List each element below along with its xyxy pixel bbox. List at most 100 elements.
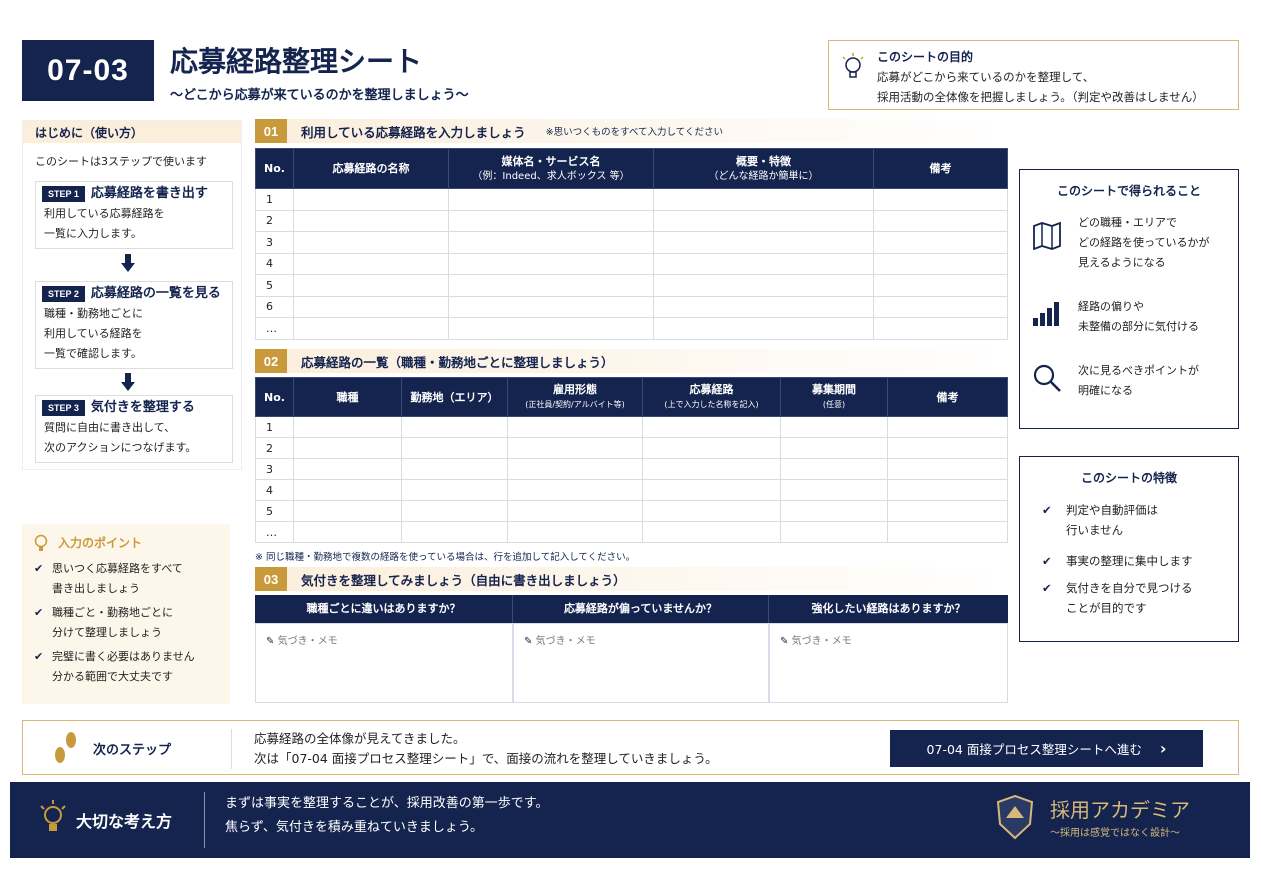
footer-label: 大切な考え方	[76, 812, 173, 831]
input-cell[interactable]	[780, 521, 888, 543]
column-header: 媒体名・サービス名 （例：Indeed、求人ボックス 等）	[448, 148, 654, 189]
input-cell[interactable]	[401, 479, 508, 501]
next-sheet-button[interactable]: 07-04 面接プロセス整理シートへ進む ›	[890, 730, 1203, 767]
step-tag: STEP 1	[42, 186, 85, 202]
input-cell[interactable]	[887, 500, 1008, 522]
row-number: 2	[255, 209, 294, 232]
input-cell[interactable]	[887, 521, 1008, 543]
section-header: 01 利用している応募経路を入力しましょう ※思いつくものをすべて入力してくださ…	[255, 119, 1008, 143]
input-cell[interactable]	[507, 479, 643, 501]
row-number: …	[255, 317, 294, 340]
input-cell[interactable]	[401, 458, 508, 480]
input-cell[interactable]	[448, 209, 654, 232]
input-cell[interactable]	[401, 500, 508, 522]
input-cell[interactable]	[642, 437, 781, 459]
input-cell[interactable]	[887, 458, 1008, 480]
next-step-bar: 次のステップ 応募経路の全体像が見えてきました。 次は「07-04 面接プロセス整…	[22, 720, 1239, 775]
input-cell[interactable]	[873, 295, 1008, 318]
point-item: 完璧に書く必要はありません分かる範囲で大丈夫です	[34, 647, 218, 687]
input-cell[interactable]	[293, 500, 402, 522]
input-cell[interactable]	[507, 458, 643, 480]
input-cell[interactable]	[887, 416, 1008, 438]
purpose-box: このシートの目的 応募がどこから来ているのかを整理して、 採用活動の全体像を把握…	[828, 40, 1239, 110]
input-cell[interactable]	[293, 437, 402, 459]
input-cell[interactable]	[642, 479, 781, 501]
input-cell[interactable]	[448, 295, 654, 318]
input-cell[interactable]	[887, 479, 1008, 501]
purpose-heading: このシートの目的	[877, 50, 974, 64]
input-cell[interactable]	[873, 274, 1008, 297]
memo-field[interactable]: ✎ 気づき・メモ	[769, 623, 1008, 703]
row-number: 4	[255, 479, 294, 501]
column-header: 応募経路 (上で入力した名称を記入)	[642, 377, 781, 417]
row-number: 4	[255, 252, 294, 275]
step-title: 応募経路を書き出す	[90, 186, 208, 201]
input-cell[interactable]	[401, 521, 508, 543]
input-cell[interactable]	[653, 317, 874, 340]
map-icon	[1033, 221, 1061, 250]
table-row: 1	[255, 416, 1008, 438]
input-cell[interactable]	[293, 274, 449, 297]
input-cell[interactable]	[653, 231, 874, 254]
input-cell[interactable]	[448, 231, 654, 254]
input-cell[interactable]	[653, 274, 874, 297]
input-cell[interactable]	[507, 521, 643, 543]
gains-heading: このシートで得られること	[1056, 184, 1201, 198]
intro-lead: このシートは3ステップで使います	[35, 155, 207, 168]
input-cell[interactable]	[448, 188, 654, 211]
input-cell[interactable]	[653, 295, 874, 318]
section-header: 02 応募経路の一覧（職種・勤務地ごとに整理しましょう）	[255, 349, 1008, 373]
table-row: 3	[255, 458, 1008, 480]
input-cell[interactable]	[873, 188, 1008, 211]
input-cell[interactable]	[642, 458, 781, 480]
input-cell[interactable]	[293, 521, 402, 543]
input-cell[interactable]	[873, 317, 1008, 340]
input-cell[interactable]	[780, 437, 888, 459]
input-cell[interactable]	[653, 252, 874, 275]
input-cell[interactable]	[293, 458, 402, 480]
input-cell[interactable]	[448, 317, 654, 340]
input-cell[interactable]	[293, 317, 449, 340]
step-2: STEP 2 応募経路の一覧を見る 職種・勤務地ごとに 利用している経路を 一覧で確認…	[35, 281, 233, 369]
feature-item: 気付きを自分で見つけることが目的です	[1042, 578, 1193, 618]
row-number: 3	[255, 231, 294, 254]
input-cell[interactable]	[293, 416, 402, 438]
step-3: STEP 3 気付きを整理する 質問に自由に書き出して、 次のアクションにつなげます…	[35, 395, 233, 463]
input-cell[interactable]	[293, 188, 449, 211]
input-cell[interactable]	[448, 274, 654, 297]
sheet-number-badge: 07-03	[22, 40, 154, 101]
input-cell[interactable]	[293, 231, 449, 254]
input-cell[interactable]	[642, 500, 781, 522]
section-title: 利用している応募経路を入力しましょう	[301, 124, 526, 140]
input-cell[interactable]	[401, 416, 508, 438]
input-cell[interactable]	[873, 209, 1008, 232]
row-number: 5	[255, 274, 294, 297]
memo-field[interactable]: ✎ 気づき・メモ	[255, 623, 513, 703]
input-cell[interactable]	[780, 416, 888, 438]
input-cell[interactable]	[873, 231, 1008, 254]
input-cell[interactable]	[780, 500, 888, 522]
input-cell[interactable]	[401, 437, 508, 459]
input-cell[interactable]	[293, 295, 449, 318]
input-cell[interactable]	[507, 416, 643, 438]
column-header: 勤務地（エリア）	[401, 377, 508, 417]
chevron-right-icon: ›	[1159, 739, 1167, 758]
input-cell[interactable]	[293, 209, 449, 232]
column-header: 備考	[887, 377, 1008, 417]
column-header: 備考	[873, 148, 1008, 189]
input-cell[interactable]	[448, 252, 654, 275]
input-cell[interactable]	[293, 479, 402, 501]
input-cell[interactable]	[887, 437, 1008, 459]
input-cell[interactable]	[653, 209, 874, 232]
input-cell[interactable]	[780, 458, 888, 480]
input-cell[interactable]	[507, 500, 643, 522]
input-cell[interactable]	[642, 521, 781, 543]
input-cell[interactable]	[653, 188, 874, 211]
input-cell[interactable]	[780, 479, 888, 501]
input-cell[interactable]	[293, 252, 449, 275]
memo-field[interactable]: ✎ 気づき・メモ	[513, 623, 769, 703]
input-cell[interactable]	[507, 437, 643, 459]
input-cell[interactable]	[642, 416, 781, 438]
input-cell[interactable]	[873, 252, 1008, 275]
table-row: 3	[255, 231, 1008, 254]
